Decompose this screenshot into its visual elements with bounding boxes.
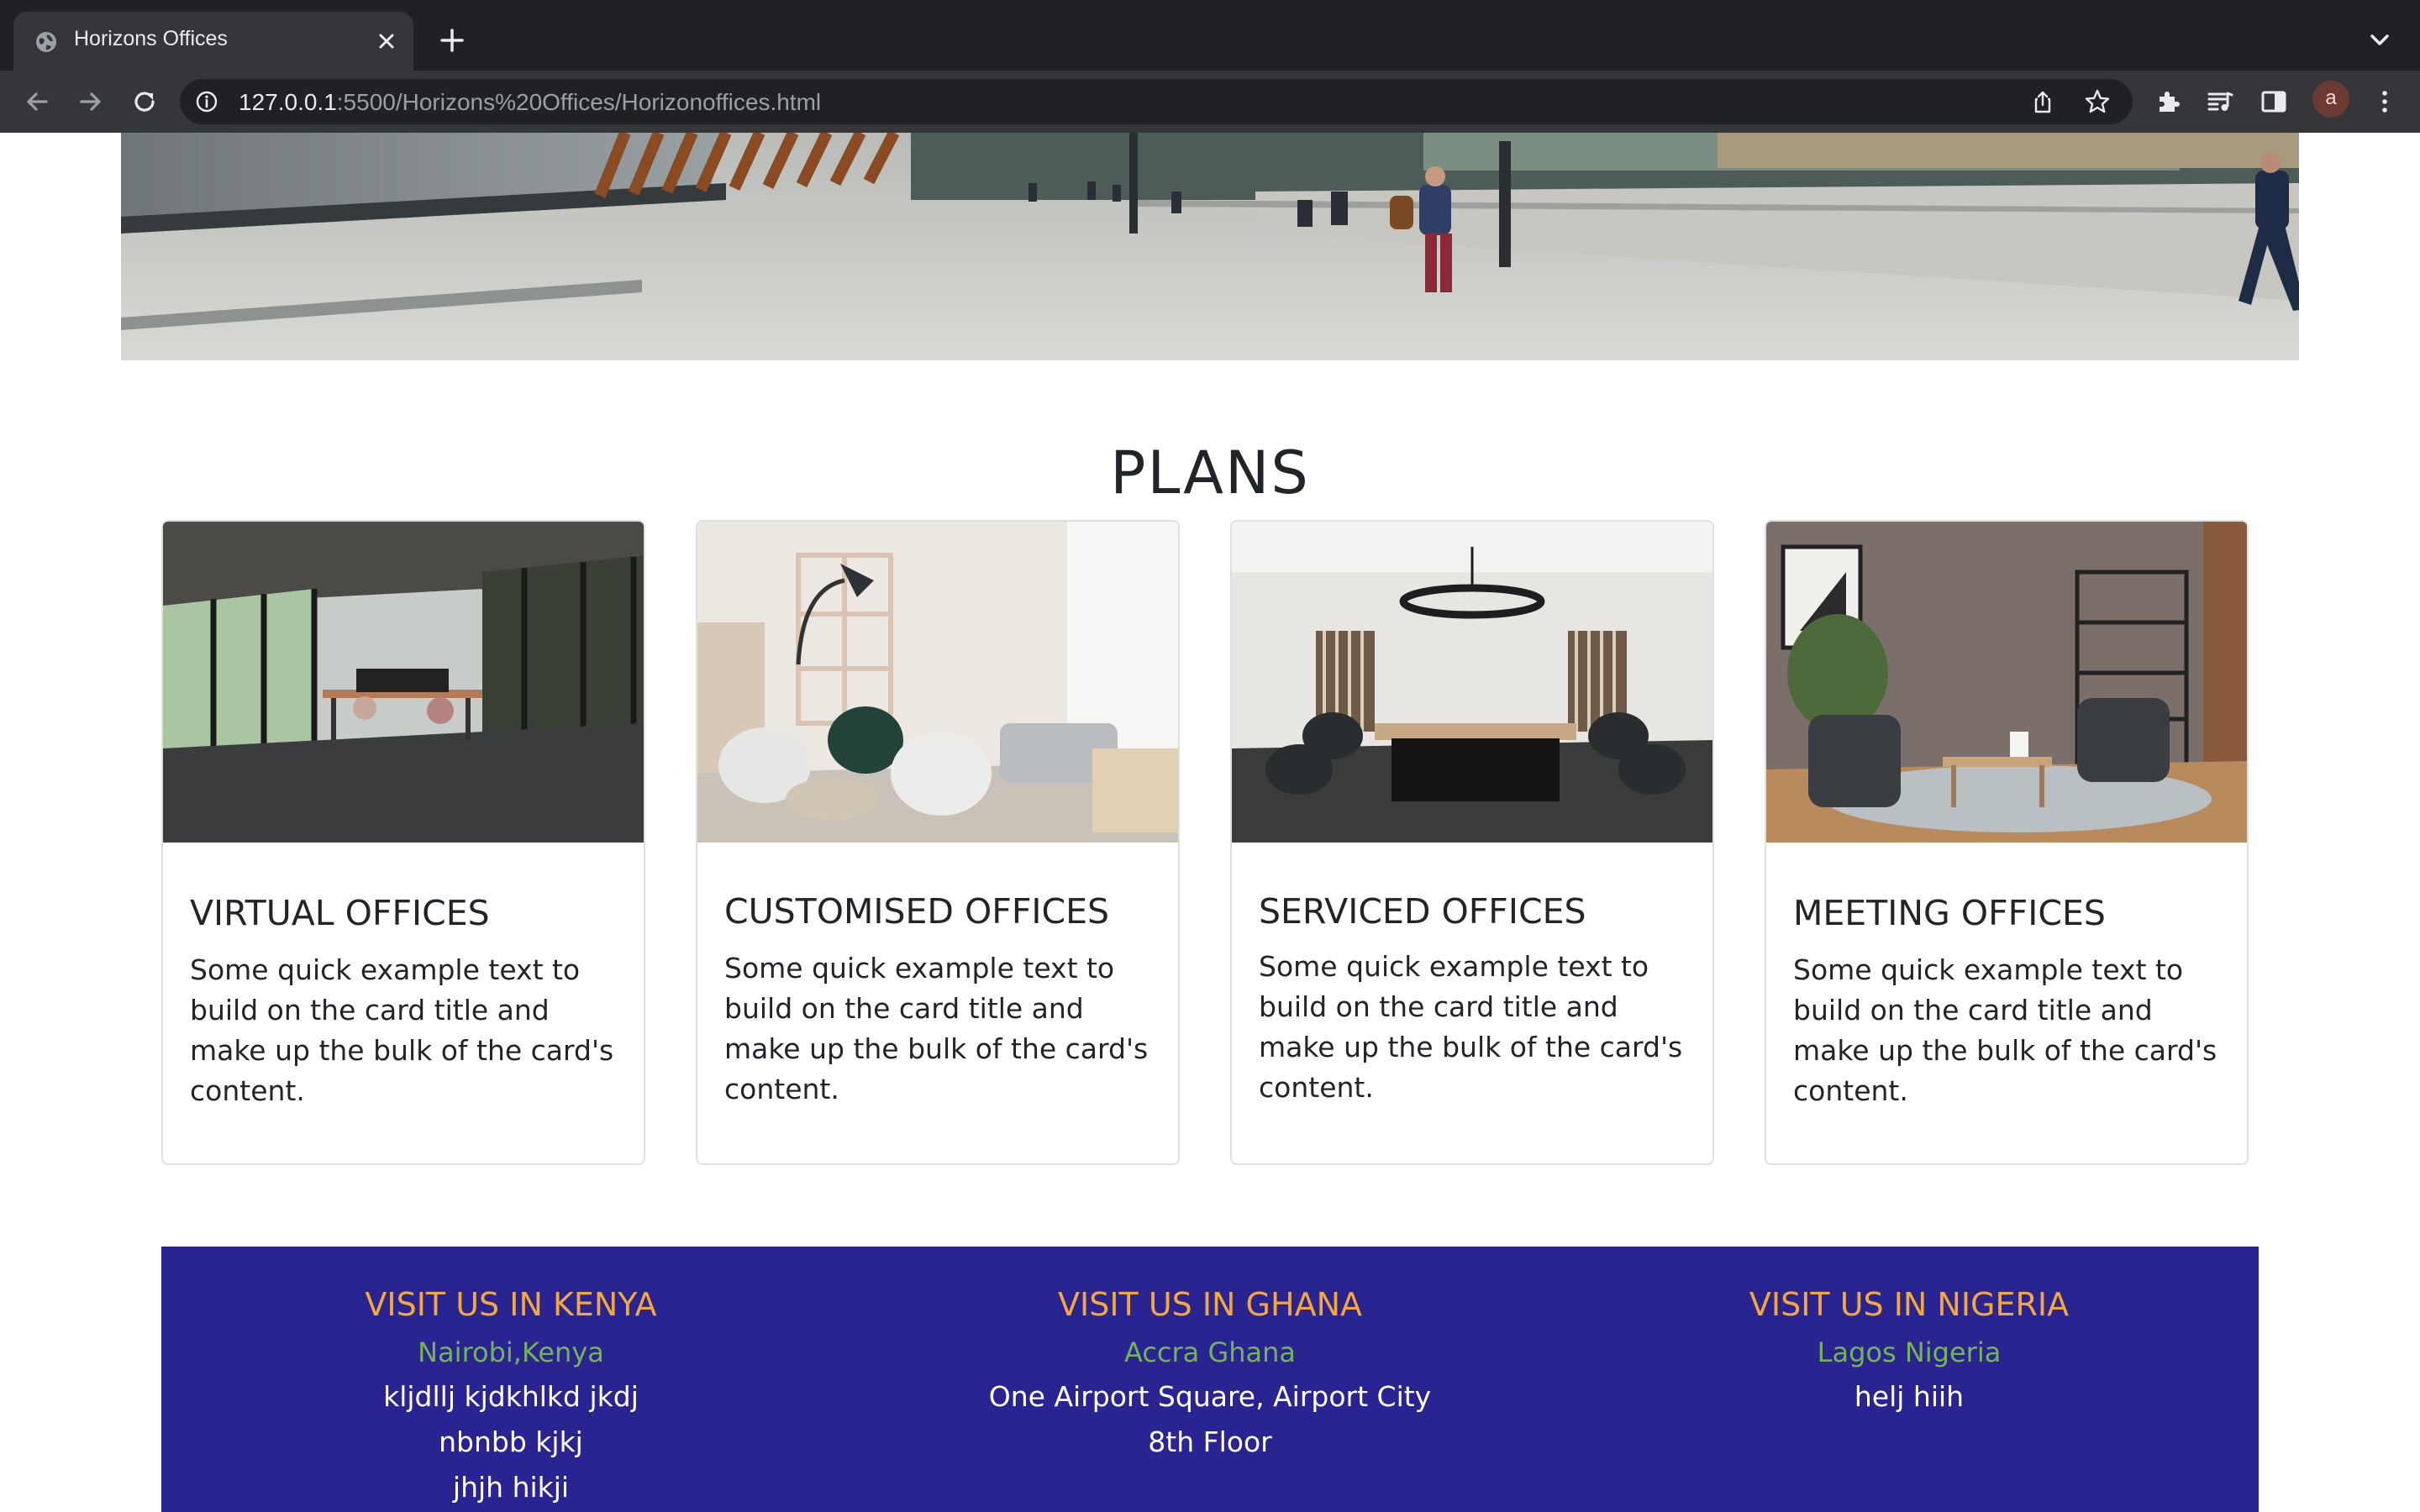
browser-tab-active[interactable]: Horizons Offices [13, 12, 413, 71]
card-title: SERVICED OFFICES [1259, 891, 1586, 932]
url-host: 127.0.0.1 [239, 89, 337, 115]
media-control-icon[interactable] [2205, 87, 2235, 117]
location-city: Lagos Nigeria [1817, 1336, 2002, 1368]
url-text[interactable]: 127.0.0.1:5500/Horizons%20Offices/Horizo… [239, 89, 821, 116]
url-path: :5500/Horizons%20Offices/Horizonoffices.… [336, 89, 822, 115]
plan-card-customised: CUSTOMISED OFFICES Some quick example te… [696, 520, 1180, 1165]
card-title: MEETING OFFICES [1793, 893, 2106, 933]
chevron-down-icon[interactable] [2366, 27, 2393, 54]
back-arrow-icon[interactable] [22, 87, 52, 117]
browser-tab-strip: Horizons Offices [0, 0, 2420, 71]
plus-icon[interactable] [437, 25, 467, 55]
location-city: Nairobi,Kenya [418, 1336, 604, 1368]
office-photo [1232, 522, 1712, 843]
office-photo [163, 522, 644, 843]
address-line: One Airport Square, Airport City [988, 1380, 1432, 1413]
office-photo [1766, 522, 2247, 843]
globe-icon [36, 32, 56, 52]
plans-heading: PLANS [1110, 438, 1310, 507]
location-ghana: VISIT US IN GHANA Accra Ghana One Airpor… [860, 1280, 1560, 1465]
location-title: VISIT US IN NIGERIA [1749, 1286, 2070, 1323]
card-image [697, 522, 1178, 843]
location-kenya: VISIT US IN KENYA Nairobi,Kenya kljdllj … [161, 1280, 860, 1510]
address-bar[interactable]: 127.0.0.1:5500/Horizons%20Offices/Horizo… [180, 79, 2133, 124]
footer-locations: VISIT US IN KENYA Nairobi,Kenya kljdllj … [161, 1247, 2259, 1512]
address-line: jhjh hikji [452, 1471, 570, 1504]
info-icon[interactable] [195, 90, 218, 113]
card-image [1766, 522, 2247, 843]
card-title: CUSTOMISED OFFICES [724, 891, 1110, 932]
close-icon[interactable] [371, 26, 402, 56]
share-icon[interactable] [2030, 89, 2055, 114]
reload-icon[interactable] [129, 87, 160, 117]
forward-arrow-icon[interactable] [76, 87, 106, 117]
hero-photo [121, 133, 2299, 360]
address-line: helj hiih [1854, 1380, 1965, 1413]
plan-card-virtual: VIRTUAL OFFICES Some quick example text … [161, 520, 645, 1165]
hero-image [121, 133, 2299, 360]
profile-avatar[interactable]: a [2312, 81, 2349, 118]
browser-toolbar: 127.0.0.1:5500/Horizons%20Offices/Horizo… [0, 71, 2420, 133]
location-title: VISIT US IN GHANA [1058, 1286, 1362, 1323]
address-line: nbnbb kjkj [439, 1425, 583, 1458]
plan-card-meeting: MEETING OFFICES Some quick example text … [1765, 520, 2249, 1165]
card-image [163, 522, 644, 843]
card-image [1232, 522, 1712, 843]
card-text: Some quick example text to build on the … [1793, 953, 2217, 1107]
tab-title: Horizons Offices [74, 27, 228, 50]
card-text: Some quick example text to build on the … [1259, 950, 1683, 1104]
address-line: 8th Floor [1148, 1425, 1272, 1458]
plan-card-serviced: SERVICED OFFICES Some quick example text… [1230, 520, 1714, 1165]
office-photo [697, 522, 1178, 843]
side-panel-icon[interactable] [2259, 87, 2289, 117]
location-city: Accra Ghana [1123, 1336, 1297, 1368]
extensions-icon[interactable] [2153, 87, 2183, 117]
card-text: Some quick example text to build on the … [724, 952, 1149, 1105]
location-title: VISIT US IN KENYA [365, 1286, 657, 1323]
star-icon[interactable] [2084, 88, 2111, 115]
kebab-menu-icon[interactable] [2370, 87, 2400, 117]
location-nigeria: VISIT US IN NIGERIA Lagos Nigeria helj h… [1560, 1280, 2259, 1420]
card-text: Some quick example text to build on the … [190, 953, 614, 1107]
card-title: VIRTUAL OFFICES [190, 893, 490, 933]
address-line: kljdllj kjdkhlkd jkdj [383, 1380, 639, 1413]
